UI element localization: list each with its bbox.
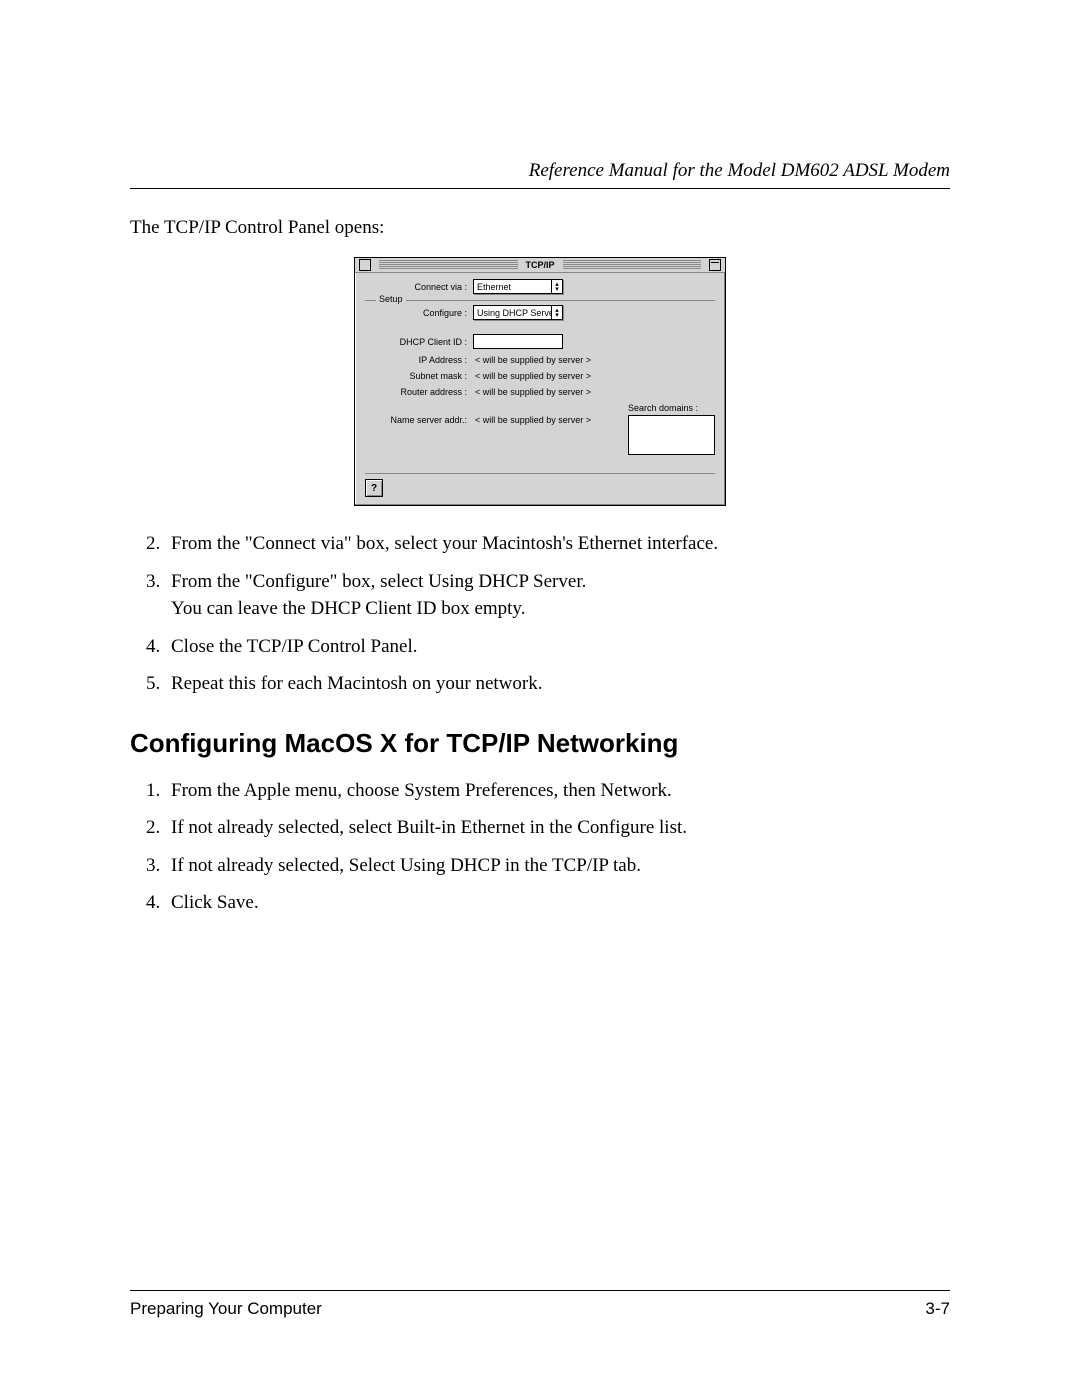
connect-via-label: Connect via : — [365, 282, 473, 292]
help-icon: ? — [371, 483, 377, 494]
panel-footer: ? — [365, 473, 715, 497]
search-domains-area: Name server addr.: < will be supplied by… — [365, 403, 715, 455]
list-item: Repeat this for each Macintosh on your n… — [165, 670, 950, 698]
titlebar: TCP/IP — [355, 258, 725, 273]
router-address-value: < will be supplied by server > — [473, 387, 591, 397]
document-page: Reference Manual for the Model DM602 ADS… — [0, 0, 1080, 1397]
setup-label: Setup — [376, 294, 406, 304]
list-item: Click Save. — [165, 889, 950, 917]
dhcp-client-id-input[interactable] — [473, 334, 563, 349]
router-address-row: Router address : < will be supplied by s… — [365, 387, 715, 397]
close-icon[interactable] — [359, 259, 371, 271]
dhcp-client-id-label: DHCP Client ID : — [365, 337, 473, 347]
steps-list-first: From the "Connect via" box, select your … — [130, 530, 950, 698]
configure-row: Configure : Using DHCP Server — [365, 305, 715, 320]
name-server-row: Name server addr.: < will be supplied by… — [365, 415, 618, 425]
subnet-mask-row: Subnet mask : < will be supplied by serv… — [365, 371, 715, 381]
list-item: If not already selected, select Built-in… — [165, 814, 950, 842]
steps-list-second: From the Apple menu, choose System Prefe… — [130, 777, 950, 917]
titlebar-stripes — [563, 260, 702, 270]
list-item: From the "Connect via" box, select your … — [165, 530, 950, 558]
titlebar-stripes — [379, 260, 518, 270]
configure-value: Using DHCP Server — [474, 308, 551, 318]
help-button[interactable]: ? — [365, 479, 383, 497]
collapse-icon[interactable] — [709, 259, 721, 271]
header-rule — [130, 188, 950, 189]
ip-address-value: < will be supplied by server > — [473, 355, 591, 365]
panel-body: Connect via : Ethernet Setup Configure :… — [355, 273, 725, 505]
ip-address-label: IP Address : — [365, 355, 473, 365]
list-item: If not already selected, Select Using DH… — [165, 852, 950, 880]
footer-page-number: 3-7 — [925, 1299, 950, 1319]
configure-dropdown[interactable]: Using DHCP Server — [473, 305, 563, 320]
page-footer: Preparing Your Computer 3-7 — [130, 1290, 950, 1319]
tcpip-control-panel: TCP/IP Connect via : Ethernet Setup Conf… — [354, 257, 726, 506]
search-domains-input[interactable] — [628, 415, 715, 455]
footer-chapter: Preparing Your Computer — [130, 1299, 322, 1319]
subnet-mask-label: Subnet mask : — [365, 371, 473, 381]
name-server-value: < will be supplied by server > — [473, 415, 591, 425]
subnet-mask-value: < will be supplied by server > — [473, 371, 591, 381]
connect-via-row: Connect via : Ethernet — [365, 279, 715, 294]
titlebar-title: TCP/IP — [522, 260, 559, 270]
router-address-label: Router address : — [365, 387, 473, 397]
section-heading: Configuring MacOS X for TCP/IP Networkin… — [130, 728, 950, 759]
setup-fieldset: Setup — [365, 300, 715, 301]
dhcp-client-id-row: DHCP Client ID : — [365, 334, 715, 349]
list-item: Close the TCP/IP Control Panel. — [165, 633, 950, 661]
search-domains-box: Search domains : — [628, 403, 715, 455]
list-item: From the Apple menu, choose System Prefe… — [165, 777, 950, 805]
list-item: From the "Configure" box, select Using D… — [165, 568, 950, 623]
connect-via-dropdown[interactable]: Ethernet — [473, 279, 563, 294]
intro-text: The TCP/IP Control Panel opens: — [130, 217, 950, 239]
connect-via-value: Ethernet — [474, 282, 551, 292]
footer-rule — [130, 1290, 950, 1291]
configure-label: Configure : — [365, 308, 473, 318]
header-manual-title: Reference Manual for the Model DM602 ADS… — [130, 160, 950, 182]
ip-address-row: IP Address : < will be supplied by serve… — [365, 355, 715, 365]
name-server-label: Name server addr.: — [365, 415, 473, 425]
dropdown-arrows-icon — [551, 280, 562, 293]
search-domains-label: Search domains : — [628, 403, 715, 413]
dropdown-arrows-icon — [551, 306, 562, 319]
